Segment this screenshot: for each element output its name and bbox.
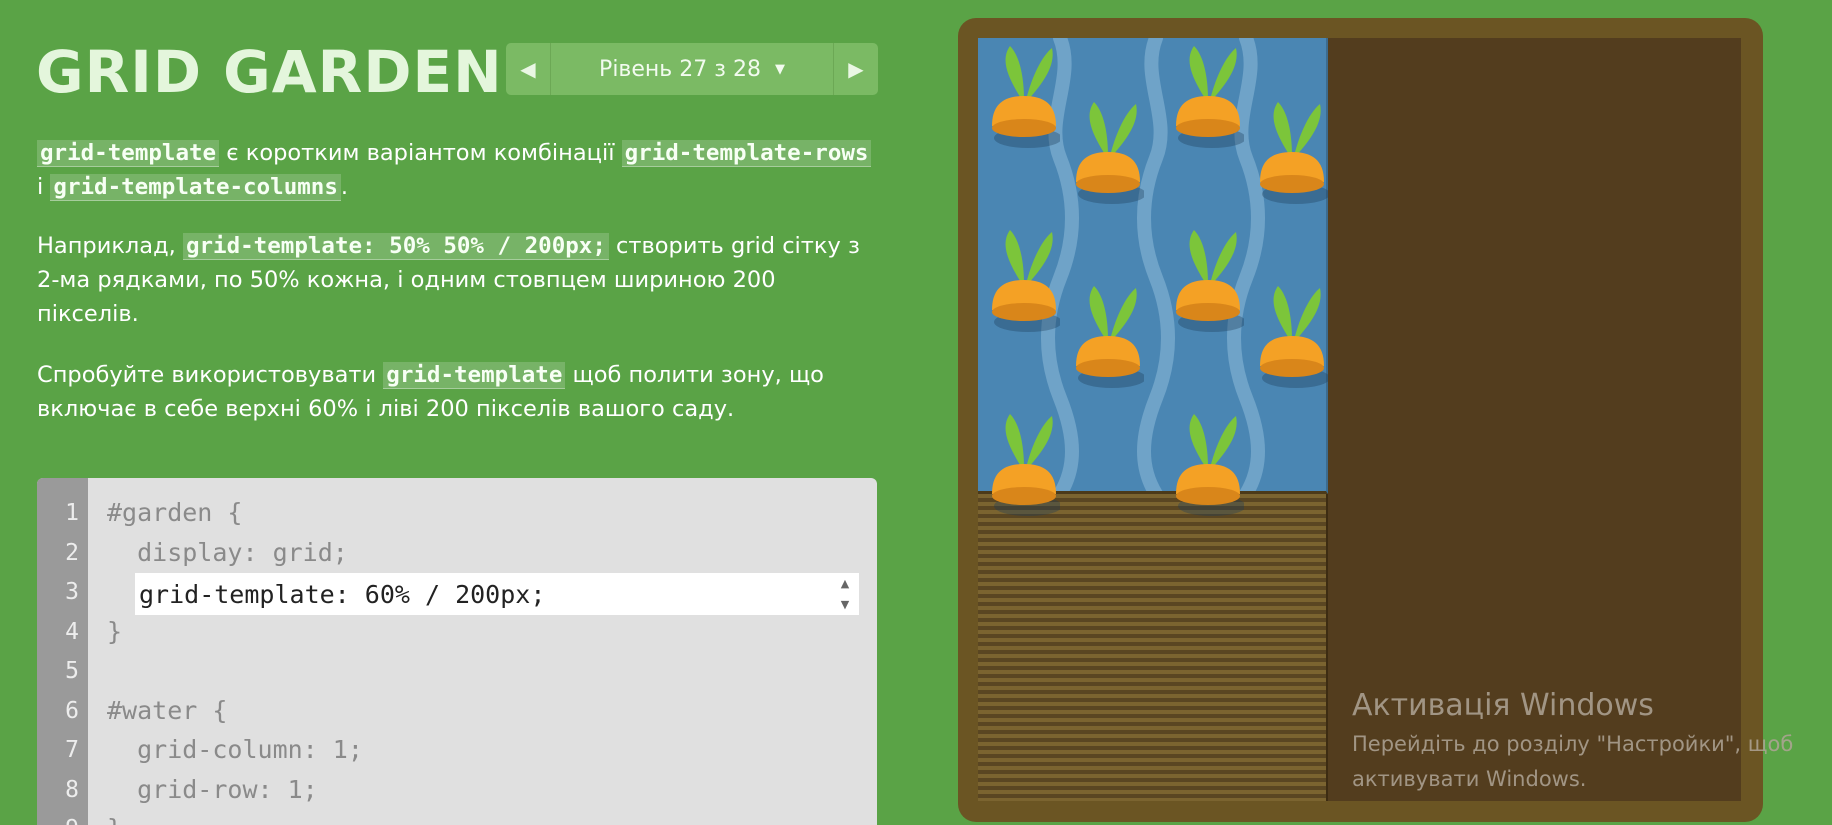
instruction-paragraph-2: Наприклад, grid-template: 50% 50% / 200p… (37, 233, 860, 327)
page-title: GRID GARDEN (36, 38, 503, 106)
watermark-line: активувати Windows. (1352, 767, 1587, 791)
garden (978, 38, 1741, 801)
level-indicator[interactable]: Рівень 27 з 28 ▼ (551, 43, 833, 95)
code-line: grid-row: 1; (107, 775, 318, 804)
code-editor: 1 2 3 4 5 6 7 8 9 #garden { display: gri… (37, 478, 877, 825)
arrow-left-icon: ◀ (520, 57, 536, 81)
carrot-icon (1176, 230, 1244, 332)
code-snippet: grid-template-rows (621, 140, 872, 167)
prev-level-button[interactable]: ◀ (506, 43, 551, 95)
windows-activation-watermark: Активація Windows Перейдіть до розділу "… (1352, 688, 1832, 797)
watermark-line: Перейдіть до розділу "Настройки", щоб (1352, 732, 1794, 756)
carrot-icon (1260, 102, 1328, 204)
soil-rows (978, 494, 1328, 801)
caret-down-icon: ▼ (774, 61, 785, 77)
line-number: 8 (65, 777, 79, 803)
line-number: 4 (65, 619, 79, 645)
line-number: 5 (65, 658, 79, 684)
code-snippet: grid-template (383, 362, 566, 389)
line-number: 1 (65, 500, 79, 526)
carrot-icon (1260, 286, 1328, 388)
instruction-paragraph-3: Спробуйте використовувати grid-template … (37, 362, 824, 422)
css-answer-input[interactable] (135, 573, 859, 615)
level-navigation: ◀ Рівень 27 з 28 ▼ ▶ (506, 43, 878, 95)
line-number: 6 (65, 698, 79, 724)
carrot-icon (1076, 286, 1144, 388)
code-snippet: grid-template-columns (50, 174, 341, 201)
code-line: grid-column: 1; (107, 735, 363, 764)
line-number: 9 (37, 816, 79, 825)
carrot-icon (1176, 46, 1244, 148)
code-line: } (107, 814, 122, 825)
line-number: 7 (65, 737, 79, 763)
next-level-button[interactable]: ▶ (833, 43, 878, 95)
watermark-title: Активація Windows (1352, 688, 1654, 723)
spin-up-icon[interactable]: ▲ (841, 577, 849, 590)
code-snippet: grid-template (37, 140, 220, 167)
carrot-icon (992, 230, 1060, 332)
carrot-icon (992, 414, 1060, 516)
spin-down-icon[interactable]: ▼ (841, 598, 849, 611)
carrot-icon (992, 46, 1060, 148)
level-label: Рівень 27 з 28 (599, 56, 761, 82)
input-spinner[interactable]: ▲ ▼ (833, 577, 857, 611)
line-number-gutter (37, 478, 88, 825)
code-line: #garden { (107, 498, 243, 527)
code-line: #water { (107, 696, 228, 725)
line-number: 2 (65, 540, 79, 566)
code-line: display: grid; (107, 538, 348, 567)
line-number: 3 (65, 579, 79, 605)
carrot-icon (1176, 414, 1244, 516)
code-snippet: grid-template: 50% 50% / 200px; (182, 233, 609, 260)
carrot-icon (1076, 102, 1144, 204)
arrow-right-icon: ▶ (848, 57, 864, 81)
code-line: } (107, 617, 123, 646)
instruction-paragraph-1: grid-template є коротким варіантом комбі… (37, 136, 877, 204)
